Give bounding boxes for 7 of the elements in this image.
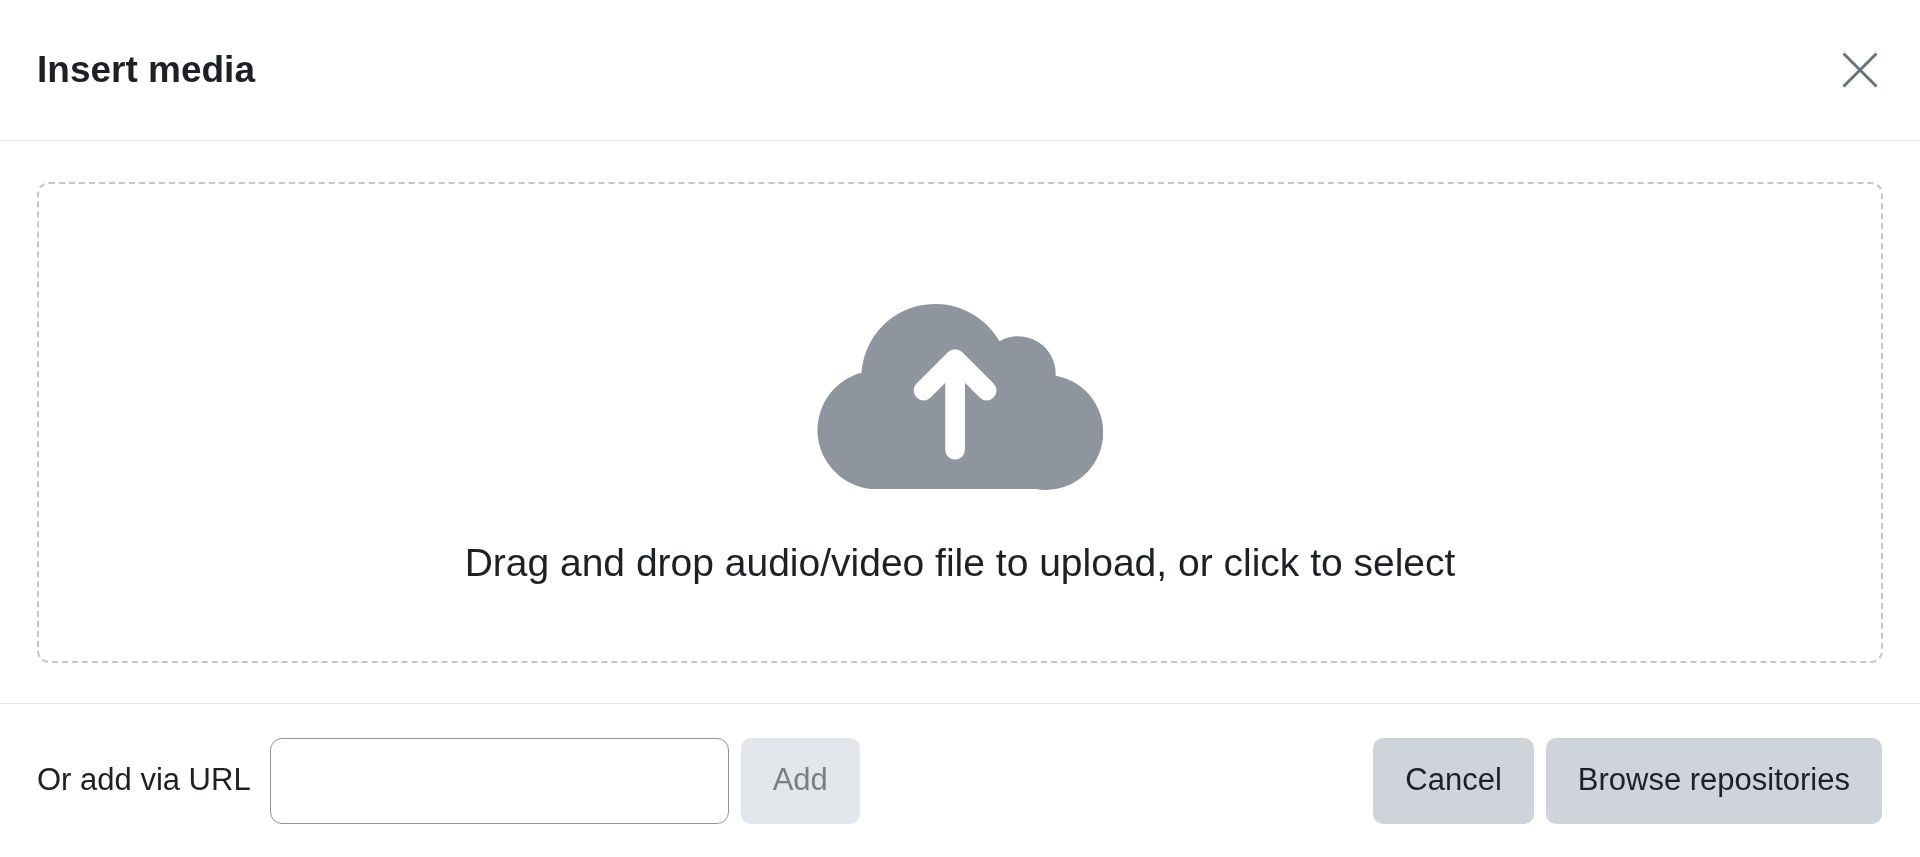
dialog-button[interactable]: Browse repositories xyxy=(1545,737,1882,824)
url-label: Or add via URL xyxy=(37,761,251,800)
dialog-button[interactable]: Cancel xyxy=(1373,737,1534,824)
dialog-title: Insert media xyxy=(37,48,255,93)
dropzone-message: Drag and drop audio/video file to upload, or click to select xyxy=(464,540,1456,587)
dropzone[interactable]: Drag and drop audio/video file to upload, or click to select xyxy=(37,182,1883,663)
url-field[interactable] xyxy=(269,737,729,824)
